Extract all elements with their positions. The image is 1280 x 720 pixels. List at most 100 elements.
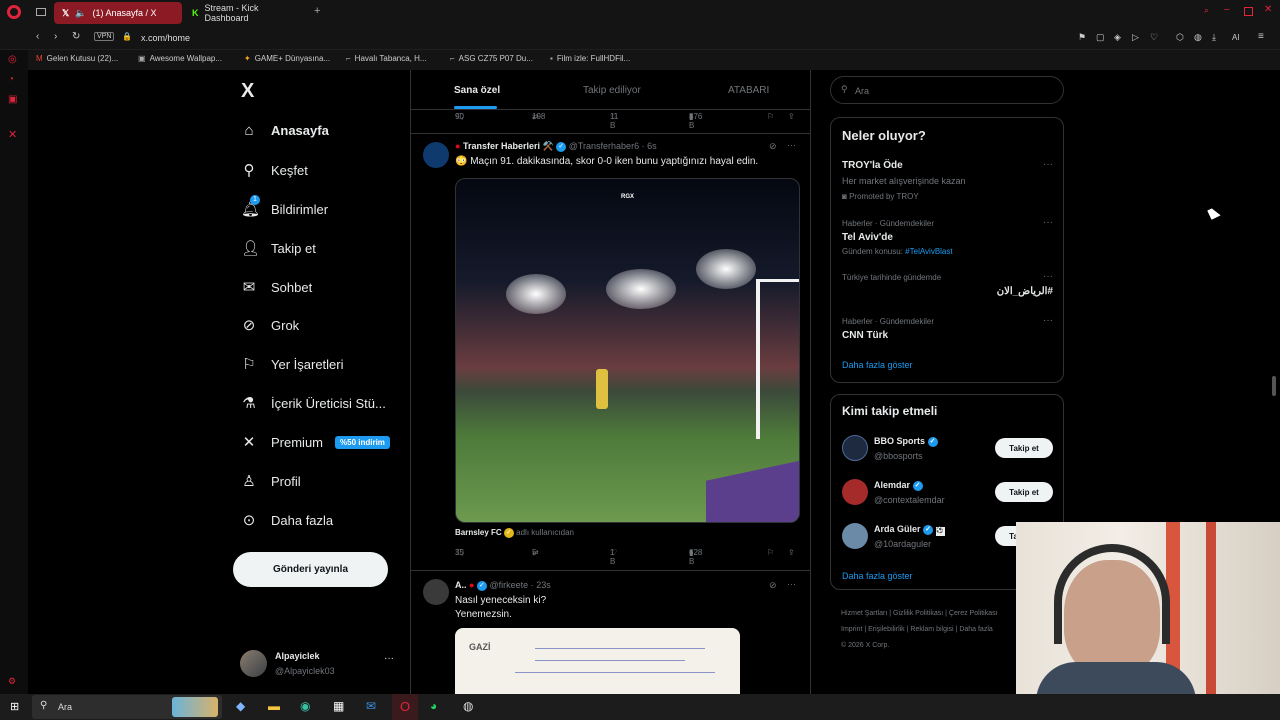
trend-more-icon[interactable]: ··· <box>1043 315 1053 326</box>
tab-following[interactable]: Takip ediliyor <box>583 85 641 96</box>
tweet-handle[interactable]: @firkeete <box>490 580 529 590</box>
footer-link[interactable]: Imprint <box>841 626 862 633</box>
trend-hashtag[interactable]: #TelAvivBlast <box>905 247 952 256</box>
workspaces-icon[interactable] <box>36 8 46 16</box>
settings-icon[interactable]: ⚙ <box>8 676 16 687</box>
nav-bookmarks[interactable]: ⚐ Yer İşaretleri <box>241 355 343 373</box>
bookmark-item[interactable]: ✦ GAME+ Dünyasına... <box>244 54 330 63</box>
minimize-icon[interactable]: – <box>1224 4 1230 15</box>
search-tabs-icon[interactable]: ⌕ <box>1204 5 1209 16</box>
account-switcher[interactable]: Alpayiclek @Alpayiclek03 ··· <box>240 648 400 680</box>
ai-button[interactable]: AI <box>1232 33 1240 42</box>
grok-icon[interactable]: ⊘ <box>769 141 777 152</box>
forward-icon[interactable]: › <box>54 31 57 42</box>
trend-item[interactable]: Haberler · Gündemdekiler Tel Aviv'de Gün… <box>831 216 1063 262</box>
tweet-author[interactable]: Transfer Haberleri ⚒️ <box>463 141 554 151</box>
nav-explore[interactable]: ⚲ Keşfet <box>241 161 308 179</box>
vpn-badge[interactable]: VPN <box>94 32 115 41</box>
x-logo-icon[interactable]: X <box>241 80 254 103</box>
nav-chat[interactable]: ✉ Sohbet <box>241 278 313 296</box>
follow-button[interactable]: Takip et <box>995 482 1053 502</box>
tweet[interactable]: A.. ● ✓ @firkeete · 23s ⊘ ··· Nasıl yene… <box>411 571 811 694</box>
show-more-link[interactable]: Daha fazla göster <box>842 360 913 370</box>
new-tab-icon[interactable]: + <box>314 5 320 17</box>
instagram-icon[interactable]: ▣ <box>8 94 17 105</box>
footer-link[interactable]: Çerez Politikası <box>949 610 998 617</box>
follow-suggestion[interactable]: Alemdar ✓ @contextalemdar Takip et <box>831 477 1063 507</box>
file-explorer-icon[interactable]: ▬ <box>268 699 280 713</box>
maximize-icon[interactable] <box>1244 7 1253 16</box>
nav-home[interactable]: ⌂ Anasayfa <box>241 122 328 139</box>
footer-link[interactable]: Gizlilik Politikası <box>893 610 943 617</box>
follow-button[interactable]: Takip et <box>995 438 1053 458</box>
back-icon[interactable]: ‹ <box>36 31 39 42</box>
grok-icon[interactable]: ⊘ <box>769 580 777 591</box>
tweet-video[interactable]: RGX <box>455 178 800 523</box>
bookmark-item[interactable]: M Gelen Kutusu (22)... <box>36 54 118 63</box>
nav-premium[interactable]: ✕ Premium %50 indirim <box>241 433 390 451</box>
trend-item[interactable]: Haberler · Gündemdekiler CNN Türk ··· <box>831 314 1063 344</box>
trend-item[interactable]: Türkiye tarihinde gündemde #الرياض_الان … <box>831 270 1063 306</box>
tweet-image[interactable]: GAZİ <box>455 628 740 694</box>
shield-icon[interactable]: ◈ <box>1114 32 1121 43</box>
footer-link[interactable]: Daha fazla <box>959 626 992 633</box>
aria-icon[interactable]: ◎ <box>8 54 17 65</box>
start-icon[interactable]: ⊞ <box>10 700 19 713</box>
close-window-icon[interactable]: ✕ <box>1264 4 1272 15</box>
footer-link[interactable]: Reklam bilgisi <box>910 626 953 633</box>
snapshot-icon[interactable]: ▢ <box>1096 32 1105 43</box>
wallet-icon[interactable]: ◍ <box>1194 32 1202 43</box>
trend-item[interactable]: TROY'la Öde Her market alışverişinde kaz… <box>831 156 1063 206</box>
follow-suggestion[interactable]: BBO Sports ✓ @bbosports Takip et <box>831 433 1063 463</box>
trend-more-icon[interactable]: ··· <box>1043 217 1053 228</box>
extensions-icon[interactable]: ⬡ <box>1176 32 1184 43</box>
taskbar-search[interactable]: ⚲ Ara <box>32 695 222 719</box>
bookmark-item[interactable]: ▪ Film izle: FullHDFil... <box>550 54 630 63</box>
tweet-time[interactable]: 23s <box>536 580 551 590</box>
tweet-time[interactable]: 6s <box>647 141 657 151</box>
speaker-icon[interactable]: 🔈 <box>75 8 86 19</box>
player-icon[interactable]: ▷ <box>1132 32 1139 43</box>
tab-for-you[interactable]: Sana özel <box>454 85 500 96</box>
scrollbar-thumb[interactable] <box>1272 376 1276 396</box>
tab-x-home[interactable]: 𝕏 🔈 (1) Anasayfa / X <box>54 2 182 24</box>
account-more-icon[interactable]: ··· <box>384 653 394 664</box>
nav-creator-studio[interactable]: ⚗ İçerik Üreticisi Stü... <box>241 394 386 412</box>
tweet-handle[interactable]: @Transferhaber6 <box>569 141 639 151</box>
whatsapp-icon[interactable]: ◕ <box>430 699 437 713</box>
nav-follow[interactable]: 👤︎ Takip et <box>241 239 316 257</box>
post-button[interactable]: Gönderi yayınla <box>233 552 388 587</box>
show-more-link[interactable]: Daha fazla göster <box>842 571 913 581</box>
tweet[interactable]: ● Transfer Haberleri ⚒️ ✓ @Transferhaber… <box>411 134 811 570</box>
trend-more-icon[interactable]: ··· <box>1043 271 1053 282</box>
opera-taskbar-icon[interactable]: O <box>392 694 418 720</box>
edge-icon[interactable]: ◉ <box>300 699 310 713</box>
store-icon[interactable]: ▦ <box>333 699 344 713</box>
nav-more[interactable]: ⊙ Daha fazla <box>241 511 333 529</box>
mail-app-icon[interactable]: ✉ <box>366 699 376 713</box>
footer-link[interactable]: Erişilebilirlik <box>868 626 905 633</box>
bookmark-item[interactable]: ⌐ ASG CZ75 P07 Du... <box>450 54 533 63</box>
tweet-more-icon[interactable]: ··· <box>787 579 796 589</box>
messenger-icon[interactable]: ◔ <box>8 74 14 85</box>
download-icon[interactable]: ⤓ <box>1212 32 1216 43</box>
bookmark-item[interactable]: ⌐ Havalı Tabanca, H... <box>346 54 427 63</box>
menu-icon[interactable]: ≡ <box>1258 31 1264 42</box>
source-account[interactable]: Barnsley FC <box>455 528 502 537</box>
search-input[interactable]: ⚲ Ara <box>830 76 1064 104</box>
nav-grok[interactable]: ⊘ Grok <box>241 316 299 334</box>
reload-icon[interactable]: ↻ <box>72 31 80 42</box>
x-sidebar-icon[interactable]: ✕ <box>8 128 17 141</box>
tab-atabari[interactable]: ATABARI <box>728 85 769 96</box>
app-icon[interactable]: ◍ <box>463 699 473 713</box>
opera-logo-icon[interactable] <box>7 5 21 19</box>
heart-icon[interactable]: ♡ <box>1150 32 1158 43</box>
copilot-icon[interactable]: ◆ <box>236 699 245 713</box>
url-field[interactable]: x.com/home <box>141 33 190 43</box>
footer-link[interactable]: Hizmet Şartları <box>841 610 887 617</box>
tab-kick-dashboard[interactable]: K Stream - Kick Dashboard <box>184 2 308 24</box>
tweet-more-icon[interactable]: ··· <box>787 140 796 150</box>
tweet-author[interactable]: A.. <box>455 580 467 590</box>
bookmark-page-icon[interactable]: ⚑ <box>1078 32 1086 43</box>
bookmark-item[interactable]: ▣ Awesome Wallpap... <box>138 54 222 63</box>
